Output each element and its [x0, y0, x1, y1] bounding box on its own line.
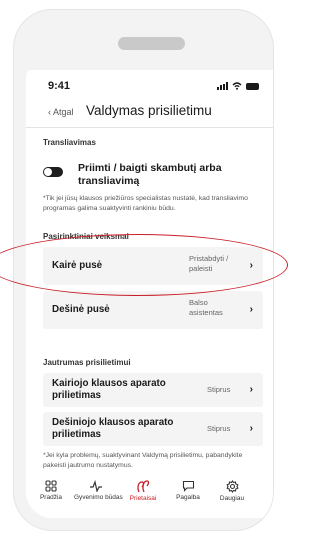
tab-home-label: Pradžia [39, 494, 63, 501]
broadcast-toggle[interactable] [43, 167, 63, 177]
activity-icon [90, 480, 102, 492]
screen: 9:41 ‹ Atgal Valdymas prisilietimu Trans… [26, 70, 273, 518]
action-right-value: Balso asistentas [189, 298, 223, 317]
action-left-side[interactable]: Kairė pusė Pristabdyti / paleisti › [43, 247, 263, 285]
grid-icon [45, 480, 57, 492]
page-title: Valdymas prisilietimu [86, 103, 212, 118]
tab-devices-label: Prietaisai [129, 495, 157, 502]
tab-lifestyle-label: Gyvenimo būdas [74, 494, 123, 501]
status-bar: 9:41 [26, 80, 261, 94]
status-icons [217, 82, 259, 90]
tab-help[interactable]: Pagalba [166, 480, 210, 501]
back-label: Atgal [53, 107, 74, 117]
sensitivity-left[interactable]: Kairiojo klausos aparato prilietimas Sti… [43, 373, 263, 407]
chat-icon [182, 480, 194, 492]
status-time: 9:41 [48, 80, 71, 92]
back-button[interactable]: ‹ Atgal [48, 107, 74, 117]
chevron-right-icon: › [249, 423, 253, 434]
tab-bar: Pradžia Gyvenimo būdas Prietaisai Pagalb… [26, 474, 273, 518]
phone-notch [118, 37, 185, 50]
chevron-right-icon: › [249, 384, 253, 395]
tab-home[interactable]: Pradžia [29, 480, 73, 501]
actions-section-label: Pasirinktiniai veiksmai [43, 232, 129, 241]
action-right-title: Dešinė pusė [52, 304, 110, 315]
broadcast-section-label: Transliavimas [43, 138, 96, 147]
nav-bar: ‹ Atgal Valdymas prisilietimu [48, 102, 268, 122]
sensitivity-note: *Jei kyla problemų, suaktyvinant Valdymą… [43, 452, 243, 469]
broadcast-toggle-label: Priimti / baigti skambutį arba transliav… [78, 162, 222, 187]
sensitivity-right[interactable]: Dešiniojo klausos aparato prilietimas St… [43, 412, 263, 446]
action-left-title: Kairė pusė [52, 260, 103, 271]
tab-more-label: Daugiau [219, 495, 245, 502]
chevron-right-icon: › [249, 304, 253, 315]
gear-icon [225, 480, 239, 493]
sensitivity-left-value: Stiprus [207, 385, 231, 394]
battery-icon [246, 82, 259, 90]
sensitivity-left-title: Kairiojo klausos aparato prilietimas [52, 378, 166, 401]
action-right-side[interactable]: Dešinė pusė Balso asistentas › [43, 291, 263, 329]
chevron-right-icon: › [249, 260, 253, 271]
hearing-aids-icon [137, 480, 150, 493]
broadcast-note: *Tik jei jūsų klausos priežiūros special… [43, 195, 248, 212]
tab-more[interactable]: Daugiau [210, 480, 254, 502]
action-left-value: Pristabdyti / paleisti [189, 254, 229, 273]
phone-frame: 9:41 ‹ Atgal Valdymas prisilietimu Trans… [14, 10, 273, 530]
tab-lifestyle[interactable]: Gyvenimo būdas [74, 480, 123, 501]
wifi-icon [232, 82, 242, 90]
tab-devices[interactable]: Prietaisai [121, 480, 165, 502]
settings-content: Transliavimas Priimti / baigti skambutį … [26, 128, 273, 469]
signal-icon [217, 82, 228, 90]
sensitivity-right-value: Stiprus [207, 424, 231, 433]
sensitivity-right-title: Dešiniojo klausos aparato prilietimas [52, 417, 174, 440]
sensitivity-section-label: Jautrumas prisilietimui [43, 358, 131, 367]
tab-help-label: Pagalba [176, 494, 200, 501]
